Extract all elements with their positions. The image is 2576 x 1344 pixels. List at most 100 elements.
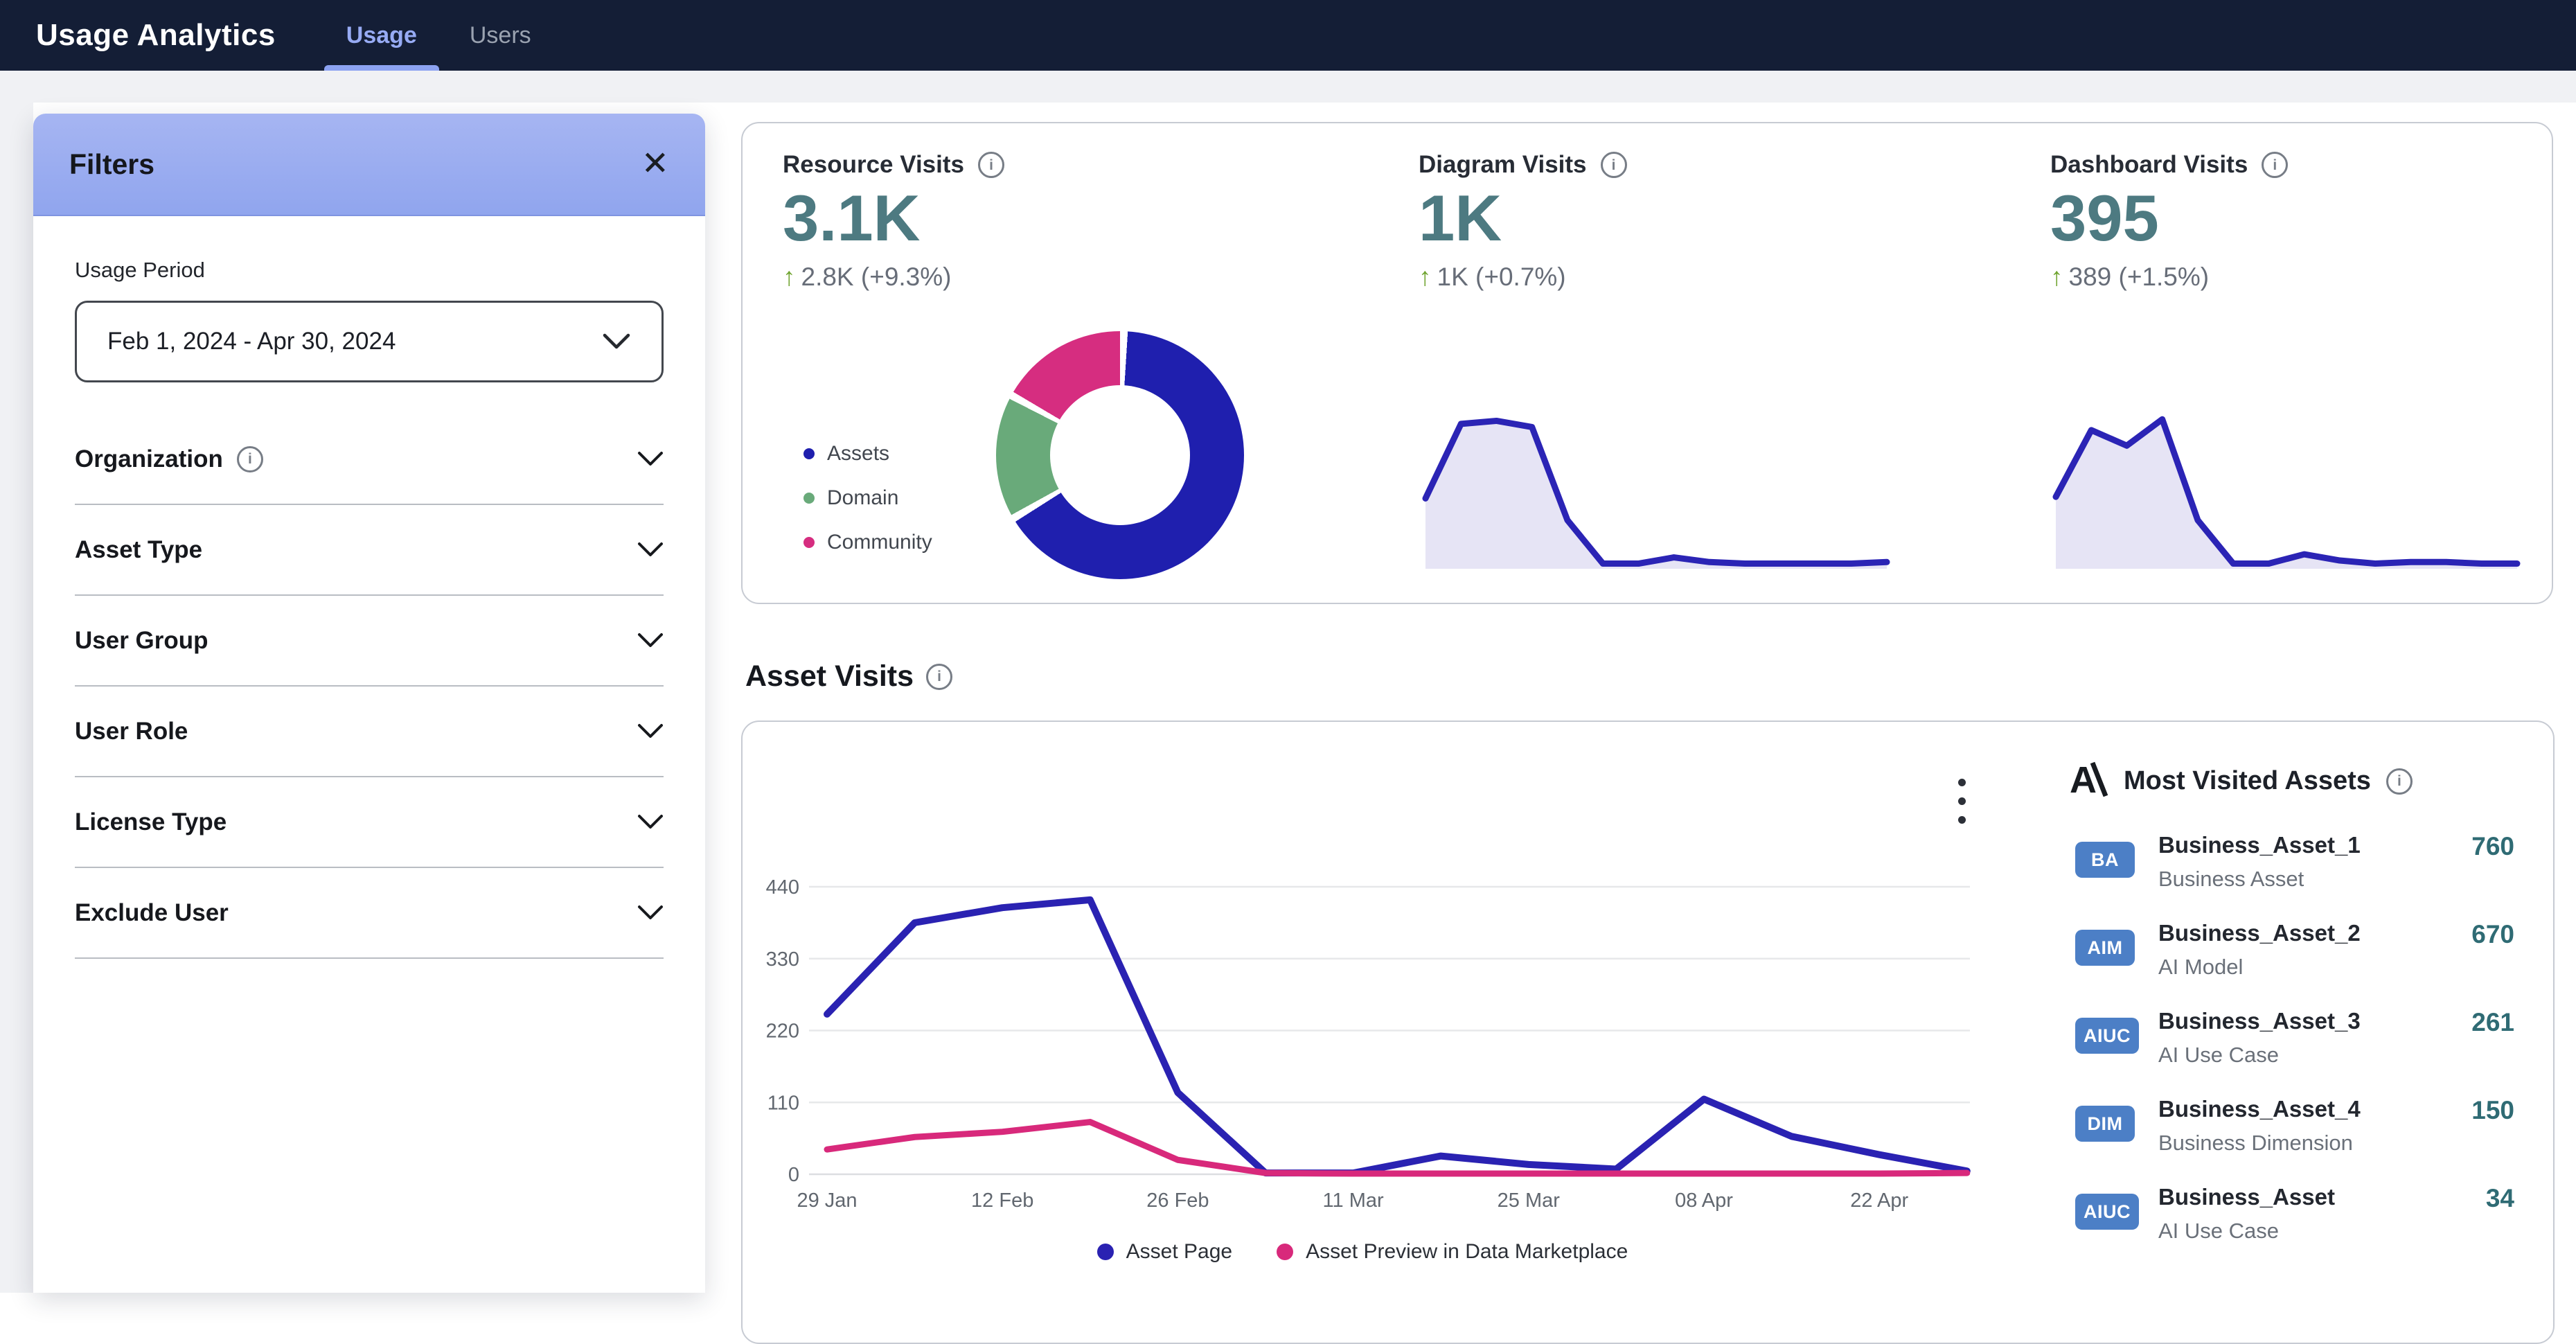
usage-period-value: Feb 1, 2024 - Apr 30, 2024: [107, 328, 396, 355]
top-navbar: Usage Analytics Usage Users: [0, 0, 2576, 71]
usage-period-label: Usage Period: [75, 258, 664, 283]
filter-section-row[interactable]: Organization i: [75, 414, 664, 505]
legend-dot-icon: [1277, 1244, 1293, 1260]
stat-delta-text: 389 (+1.5%): [2069, 263, 2210, 292]
info-icon[interactable]: i: [926, 664, 952, 690]
asset-visits-heading: Asset Visits i: [745, 660, 952, 693]
asset-visit-count: 261: [2471, 1008, 2514, 1037]
info-icon[interactable]: i: [978, 152, 1004, 178]
stat-value: 3.1K: [783, 184, 1268, 253]
y-tick-label: 110: [767, 1092, 799, 1114]
asset-visits-legend: Asset Page Asset Preview in Data Marketp…: [743, 1240, 1982, 1264]
dashboard-visits-sparkline: [2049, 406, 2524, 576]
y-tick-label: 330: [766, 948, 799, 971]
info-icon[interactable]: i: [237, 446, 263, 472]
filter-section-label: User Role: [75, 718, 188, 745]
asset-type-badge: AIUC: [2075, 1194, 2139, 1230]
asset-list-item[interactable]: DIM Business_Asset_4 Business Dimension …: [2070, 1096, 2520, 1184]
asset-list-item[interactable]: BA Business_Asset_1 Business Asset 760: [2070, 832, 2520, 920]
stat-diagram-visits: Diagram Visits i 1K ↑ 1K (+0.7%): [1419, 151, 1903, 292]
most-visited-assets-header: A Most Visited Assets i: [2070, 761, 2520, 802]
chevron-down-icon: [637, 723, 664, 739]
most-visited-assets-title: Most Visited Assets: [2124, 766, 2371, 796]
tab-users[interactable]: Users: [443, 0, 558, 71]
resource-visits-donut-chart: [996, 331, 1244, 579]
asset-list-item[interactable]: AIUC Business_Asset AI Use Case 34: [2070, 1184, 2520, 1272]
most-visited-assets-list: BA Business_Asset_1 Business Asset 760 A…: [2070, 832, 2520, 1272]
asset-list-item[interactable]: AIUC Business_Asset_3 AI Use Case 261: [2070, 1008, 2520, 1096]
x-tick-label: 12 Feb: [971, 1190, 1033, 1212]
assets-logo-icon: A: [2070, 761, 2108, 802]
filters-panel: Filters ✕ Usage Period Feb 1, 2024 - Apr…: [33, 114, 705, 1293]
most-visited-assets-panel: A Most Visited Assets i BA Business_Asse…: [2070, 761, 2520, 1272]
y-tick-label: 220: [766, 1020, 799, 1043]
trend-up-icon: ↑: [1419, 263, 1432, 292]
chevron-down-icon: [637, 814, 664, 830]
legend-item: Community: [803, 531, 932, 554]
legend-label: Asset Page: [1126, 1240, 1232, 1264]
info-icon[interactable]: i: [2262, 152, 2288, 178]
usage-period-dropdown[interactable]: Feb 1, 2024 - Apr 30, 2024: [75, 301, 664, 382]
stat-title: Diagram Visits: [1419, 151, 1587, 179]
legend-item: Domain: [803, 486, 932, 510]
asset-name: Business_Asset_2: [2158, 920, 2361, 946]
asset-type-badge: AIUC: [2075, 1018, 2139, 1054]
filters-title: Filters: [69, 148, 641, 181]
legend-dot-icon: [803, 537, 815, 548]
filter-section-label: Organization: [75, 445, 223, 473]
x-tick-label: 22 Apr: [1850, 1190, 1908, 1212]
asset-type-badge: DIM: [2075, 1106, 2135, 1142]
chevron-down-icon: [637, 905, 664, 921]
x-tick-label: 26 Feb: [1146, 1190, 1209, 1212]
close-icon[interactable]: ✕: [641, 148, 669, 181]
page-left-gutter: [0, 71, 33, 1293]
filter-section-label: License Type: [75, 808, 226, 836]
asset-name: Business_Asset_4: [2158, 1096, 2361, 1122]
asset-type-label: Business Dimension: [2158, 1131, 2353, 1156]
asset-visit-count: 670: [2471, 920, 2514, 949]
filter-section-row[interactable]: User Group i: [75, 596, 664, 687]
filter-section-row[interactable]: Exclude User i: [75, 868, 664, 959]
stat-value: 395: [2050, 184, 2535, 253]
filter-section-row[interactable]: User Role i: [75, 687, 664, 777]
asset-name: Business_Asset: [2158, 1184, 2335, 1210]
filter-section-row[interactable]: License Type i: [75, 777, 664, 868]
asset-name: Business_Asset_1: [2158, 832, 2361, 858]
kebab-menu-icon[interactable]: [1946, 761, 1977, 841]
asset-type-label: AI Use Case: [2158, 1043, 2279, 1068]
stat-delta: ↑ 1K (+0.7%): [1419, 263, 1903, 292]
asset-visits-title: Asset Visits: [745, 660, 914, 693]
legend-dot-icon: [803, 448, 815, 459]
asset-visit-count: 760: [2471, 832, 2514, 861]
x-tick-label: 29 Jan: [797, 1190, 857, 1212]
stat-delta-text: 1K (+0.7%): [1437, 263, 1566, 292]
tab-users-label: Users: [470, 22, 531, 49]
legend-label: Asset Preview in Data Marketplace: [1306, 1240, 1628, 1264]
asset-type-label: AI Use Case: [2158, 1219, 2279, 1244]
filter-section-label: User Group: [75, 627, 208, 655]
stat-delta-text: 2.8K (+9.3%): [801, 263, 952, 292]
app-title: Usage Analytics: [36, 18, 276, 53]
asset-list-item[interactable]: AIM Business_Asset_2 AI Model 670: [2070, 920, 2520, 1008]
y-tick-label: 440: [766, 876, 799, 899]
tab-usage[interactable]: Usage: [320, 0, 443, 71]
filter-section-row[interactable]: Asset Type i: [75, 505, 664, 596]
legend-item: Asset Page: [1097, 1240, 1232, 1264]
info-icon[interactable]: i: [2386, 768, 2413, 795]
stat-delta: ↑ 2.8K (+9.3%): [783, 263, 1268, 292]
chevron-down-icon: [637, 542, 664, 558]
tab-usage-label: Usage: [346, 22, 417, 49]
stat-title: Resource Visits: [783, 151, 964, 179]
filter-section-label: Exclude User: [75, 899, 229, 927]
asset-visit-count: 34: [2486, 1184, 2514, 1213]
info-icon[interactable]: i: [1601, 152, 1627, 178]
trend-up-icon: ↑: [2050, 263, 2063, 292]
stat-value: 1K: [1419, 184, 1903, 253]
chevron-down-icon: [637, 451, 664, 467]
stat-dashboard-visits: Dashboard Visits i 395 ↑ 389 (+1.5%): [2050, 151, 2535, 292]
stat-resource-visits: Resource Visits i 3.1K ↑ 2.8K (+9.3%): [783, 151, 1268, 292]
asset-type-badge: AIM: [2075, 930, 2135, 966]
x-tick-label: 11 Mar: [1323, 1190, 1384, 1212]
filter-accordion: Organization i Asset Type i User Group i…: [75, 414, 664, 959]
asset-type-label: AI Model: [2158, 955, 2243, 980]
